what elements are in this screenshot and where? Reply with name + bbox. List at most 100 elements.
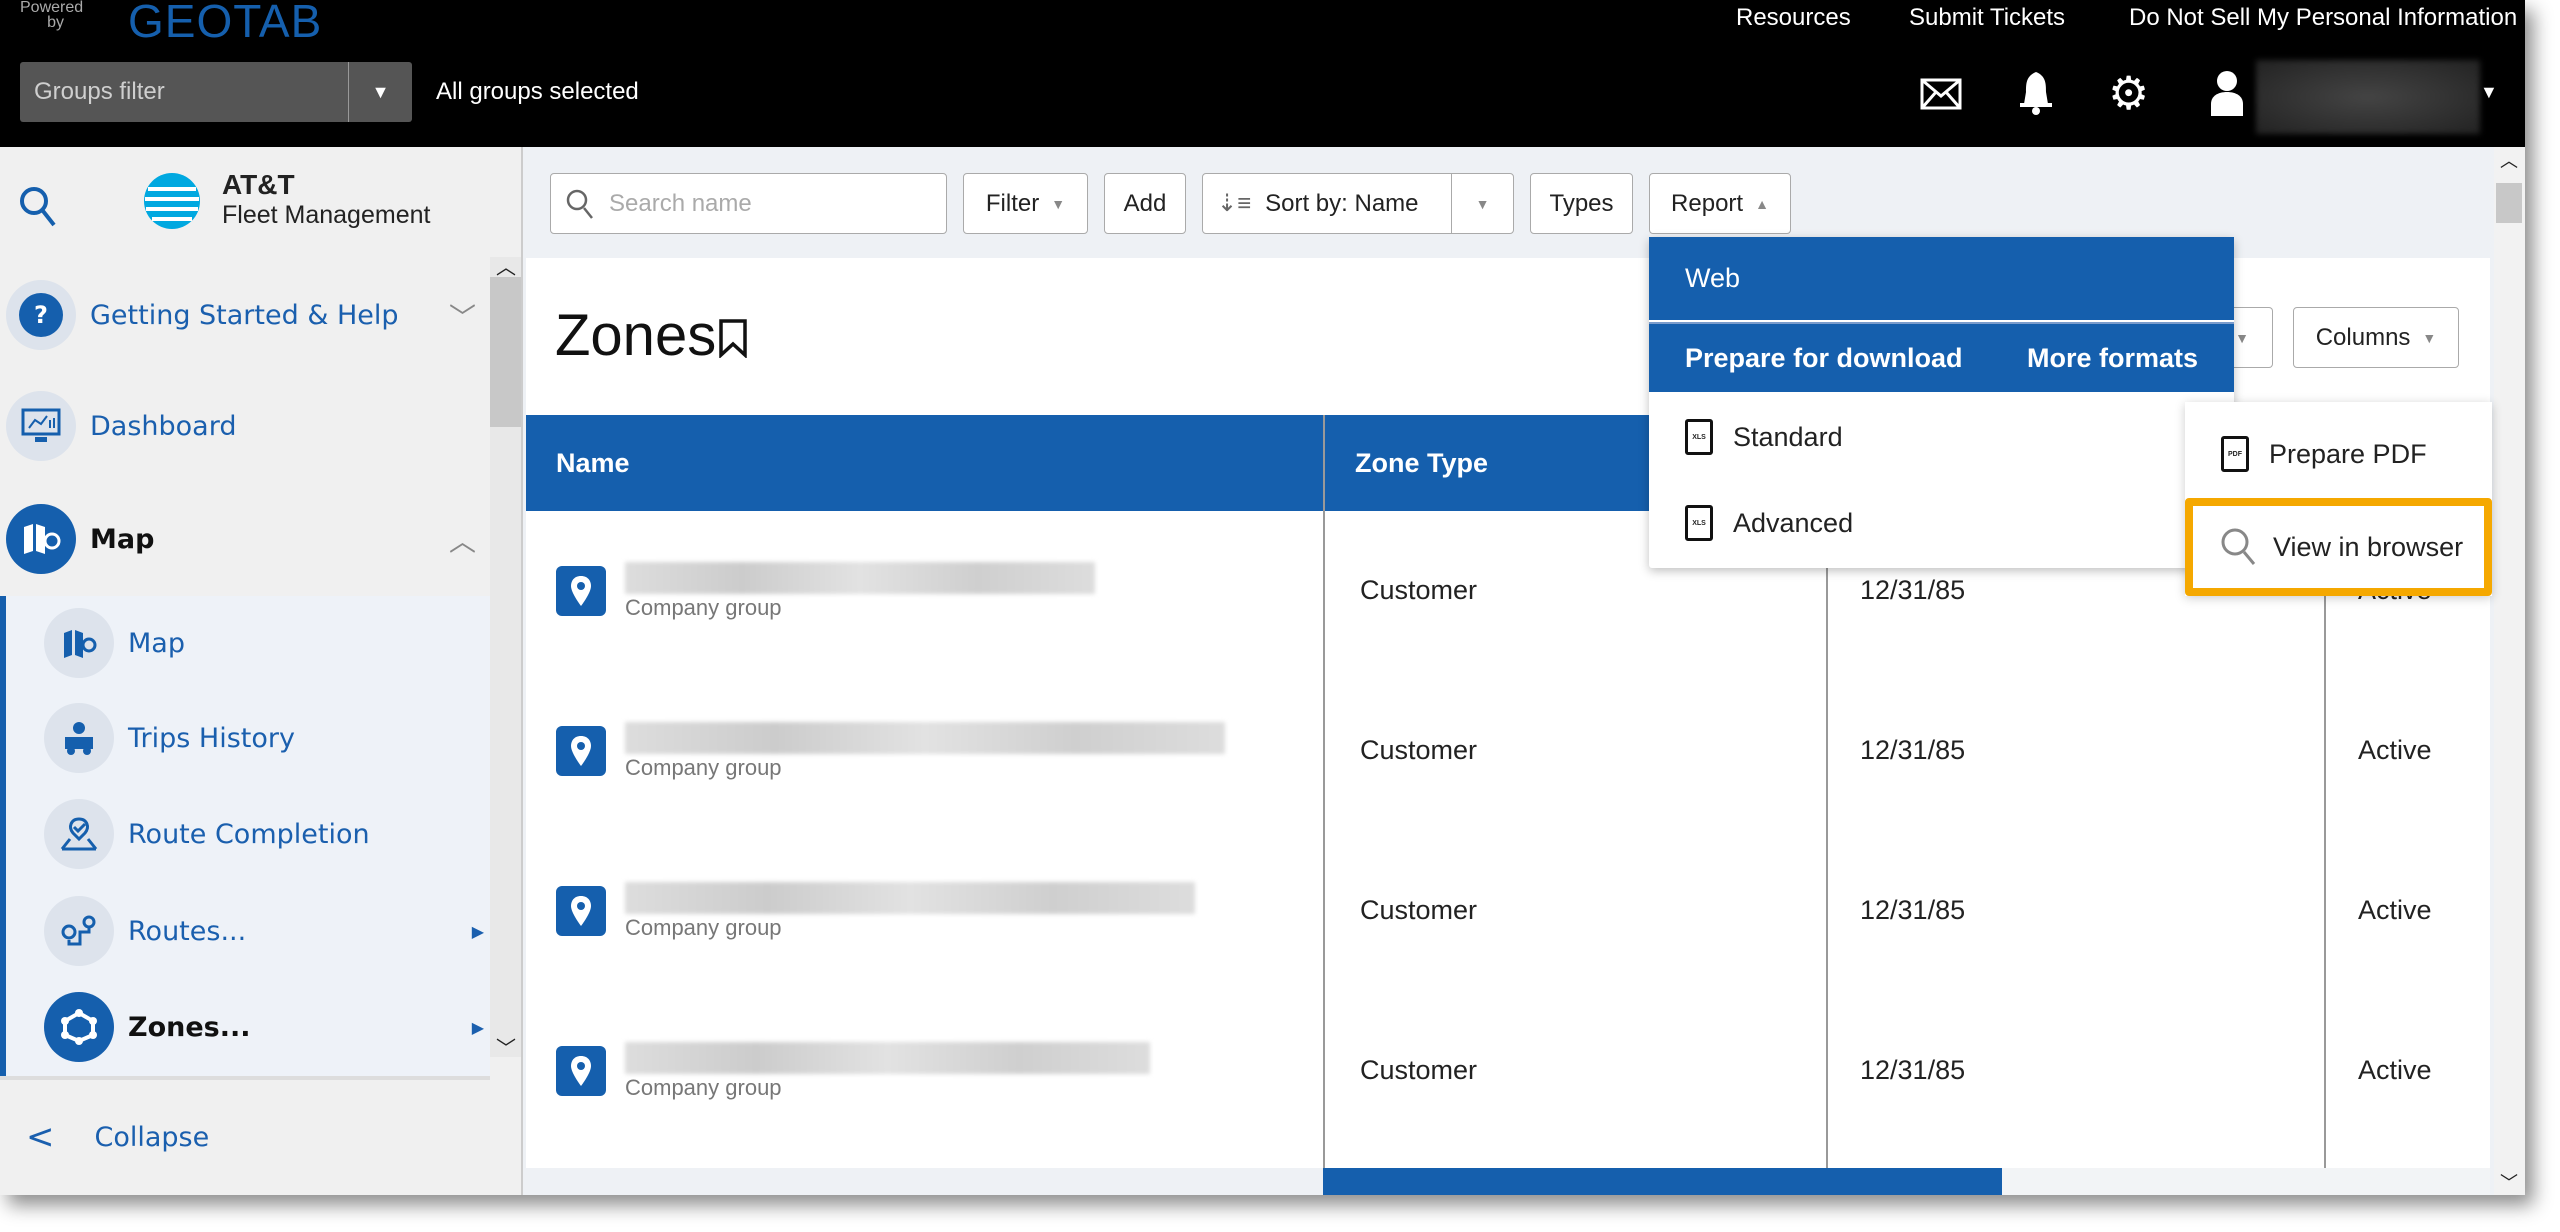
report-advanced-item[interactable]: XLS Advanced: [1649, 488, 2234, 558]
map-icon: [44, 608, 114, 678]
zone-group: Company group: [625, 755, 782, 780]
caret-down-icon: ▼: [1051, 195, 1066, 212]
collapse-label: Collapse: [94, 1121, 210, 1153]
sidebar-item-dashboard[interactable]: Dashboard: [6, 386, 476, 466]
zone-pin-icon: [556, 566, 606, 616]
gear-icon[interactable]: ⚙: [2108, 66, 2149, 120]
report-button[interactable]: Report ▲: [1649, 173, 1791, 234]
zone-group: Company group: [625, 595, 782, 620]
column-header-name[interactable]: Name: [526, 415, 1323, 511]
report-label: Report: [1671, 189, 1744, 217]
sort-button[interactable]: ⇣≡ Sort by: Name ▼: [1202, 173, 1514, 234]
do-not-sell-link[interactable]: Do Not Sell My Personal Information: [2129, 4, 2517, 32]
username-redacted[interactable]: [2256, 60, 2480, 134]
mail-icon[interactable]: [1920, 78, 1962, 110]
zone-pin-icon: [556, 886, 606, 936]
sidebar-item-label: Dashboard: [90, 410, 237, 442]
prepare-pdf-item[interactable]: PDF Prepare PDF: [2185, 420, 2492, 488]
sidebar-item-label: Routes...: [128, 915, 247, 947]
bell-icon[interactable]: [2018, 70, 2054, 116]
status-cell: Active: [2358, 1055, 2432, 1085]
divider: [0, 1076, 490, 1080]
filter-button[interactable]: Filter ▼: [963, 173, 1088, 234]
report-standard-item[interactable]: XLS Standard: [1649, 402, 2234, 472]
truck-pin-icon: [44, 703, 114, 773]
types-button[interactable]: Types: [1530, 173, 1633, 234]
view-in-browser-item[interactable]: View in browser: [2185, 498, 2492, 596]
routes-icon: [44, 896, 114, 966]
standard-label: Standard: [1733, 421, 1843, 452]
date-cell: 12/31/85: [1860, 1055, 1966, 1085]
sidebar-item-label: Zones...: [128, 1011, 251, 1043]
search-icon: [2221, 528, 2256, 565]
user-icon[interactable]: [2210, 70, 2244, 116]
column-divider: [1323, 415, 1325, 1168]
chevron-down-icon[interactable]: ﹀: [449, 296, 476, 335]
view-in-browser-label: View in browser: [2273, 531, 2464, 562]
sort-dropdown-icon[interactable]: ▼: [1451, 174, 1513, 233]
sidebar-subitem-route-completion[interactable]: Route Completion: [44, 794, 484, 874]
groups-status: All groups selected: [436, 78, 639, 105]
more-formats-button[interactable]: More formats: [2027, 343, 2198, 374]
bookmark-icon[interactable]: [718, 318, 748, 358]
add-button[interactable]: Add: [1104, 173, 1186, 234]
chevron-up-icon[interactable]: ︿: [449, 520, 476, 559]
zone-name-redacted[interactable]: [625, 562, 1095, 594]
status-cell: Active: [2358, 735, 2432, 765]
horizontal-scrollbar[interactable]: [1323, 1168, 2490, 1195]
sidebar-item-label: Map: [90, 523, 155, 555]
zone-type-cell: Customer: [1360, 575, 1478, 605]
report-web-item[interactable]: Web: [1649, 237, 2234, 320]
search-icon[interactable]: [18, 185, 58, 229]
zone-type-cell: Customer: [1360, 1055, 1478, 1085]
collapse-button[interactable]: < Collapse: [26, 1097, 209, 1177]
date-cell: 12/31/85: [1860, 575, 1966, 605]
zone-group: Company group: [625, 915, 782, 940]
powered-by: Powered by: [20, 0, 84, 31]
columns-button[interactable]: Columns ▼: [2293, 307, 2459, 368]
zone-name-redacted[interactable]: [625, 1042, 1150, 1074]
column-divider: [2324, 511, 2326, 1168]
prepare-pdf-label: Prepare PDF: [2269, 438, 2427, 469]
horizontal-scroll-thumb[interactable]: [1323, 1168, 2002, 1195]
sort-prefix: Sort by:: [1265, 189, 1348, 217]
zones-icon: [44, 992, 114, 1062]
sidebar-subitem-map[interactable]: Map: [44, 603, 484, 683]
search-icon: [566, 189, 593, 219]
xls-file-icon: XLS: [1685, 419, 1713, 455]
sidebar-item-map[interactable]: Map ︿: [6, 499, 476, 579]
xls-file-icon: XLS: [1685, 505, 1713, 541]
route-check-icon: [44, 799, 114, 869]
sidebar-subitem-trips-history[interactable]: Trips History: [44, 698, 484, 778]
fleet-management-text: Fleet Management: [222, 201, 431, 229]
user-menu-caret-icon[interactable]: ▼: [2480, 82, 2498, 103]
caret-right-icon[interactable]: ▶: [472, 922, 484, 941]
sidebar-scrollbar[interactable]: ︿ ﹀: [490, 257, 521, 1060]
caret-right-icon[interactable]: ▶: [472, 1018, 484, 1037]
sort-value: Name: [1354, 189, 1419, 217]
zone-type-cell: Customer: [1360, 735, 1478, 765]
resources-link[interactable]: Resources: [1736, 4, 1851, 32]
groups-filter[interactable]: Groups filter ▼: [20, 62, 412, 122]
pdf-file-icon: PDF: [2221, 436, 2249, 472]
search-input[interactable]: Search name: [550, 173, 947, 234]
columns-label: Columns: [2315, 323, 2411, 351]
page-title: Zones: [555, 303, 717, 368]
caret-down-icon: ▼: [2235, 329, 2249, 346]
groups-dropdown-icon[interactable]: ▼: [348, 62, 412, 122]
map-icon: [6, 504, 76, 574]
web-label: Web: [1685, 263, 1741, 293]
zone-name-redacted[interactable]: [625, 882, 1195, 914]
att-logo-text: AT&T: [222, 169, 295, 200]
zone-pin-icon: [556, 1046, 606, 1096]
sidebar-item-getting-started[interactable]: ? Getting Started & Help ﹀: [6, 275, 476, 355]
submit-tickets-link[interactable]: Submit Tickets: [1909, 4, 2065, 32]
advanced-label: Advanced: [1733, 507, 1854, 538]
date-cell: 12/31/85: [1860, 895, 1966, 925]
groups-filter-placeholder: Groups filter: [34, 78, 165, 105]
zone-pin-icon: [556, 726, 606, 776]
zone-name-redacted[interactable]: [625, 722, 1225, 754]
sidebar-subitem-routes[interactable]: Routes... ▶: [44, 891, 484, 971]
sidebar-subitem-zones[interactable]: Zones... ▶: [44, 987, 484, 1067]
vertical-scrollbar[interactable]: ︿ ﹀: [2494, 147, 2525, 1195]
